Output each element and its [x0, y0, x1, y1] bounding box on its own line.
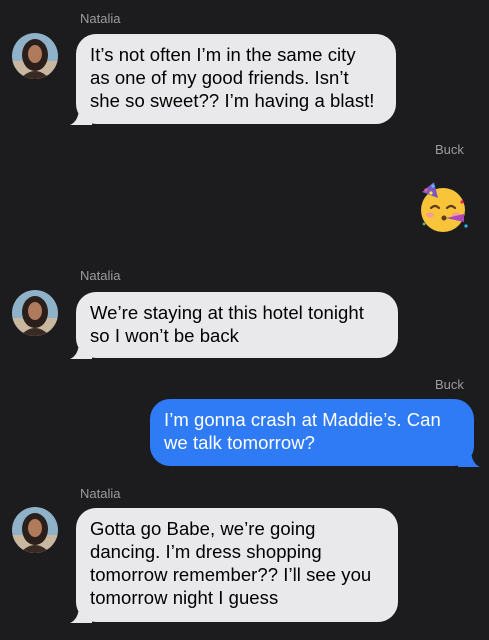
message-line: tomorrow night I guess	[90, 587, 279, 608]
avatar-photo	[12, 33, 58, 79]
partying-face-icon[interactable]	[416, 180, 472, 236]
message-line: Gotta go Babe, we’re going	[90, 518, 316, 539]
bubble-tail	[70, 341, 92, 359]
message-bubble-incoming[interactable]: Gotta go Babe, we’re going dancing. I’m …	[70, 508, 398, 623]
message-bubble-incoming[interactable]: It’s not often I’m in the same city as o…	[70, 34, 396, 125]
sender-name-natalia: Natalia	[80, 486, 121, 501]
message-line: We’re staying at this hotel tonight	[90, 302, 364, 323]
message-line: she so sweet?? I’m having a blast!	[90, 90, 375, 111]
sender-name-buck: Buck	[435, 377, 464, 392]
avatar[interactable]	[12, 507, 58, 553]
message-bubble-incoming[interactable]: We’re staying at this hotel tonight so I…	[70, 292, 398, 359]
message-line: so I won’t be back	[90, 325, 239, 346]
message-line: tomorrow remember?? I’ll see you	[90, 564, 372, 585]
avatar[interactable]	[12, 290, 58, 336]
bubble-tail	[70, 107, 92, 125]
message-line: dancing. I’m dress shopping	[90, 541, 322, 562]
sender-name-buck: Buck	[435, 142, 464, 157]
message-line: we talk tomorrow?	[164, 432, 315, 453]
message-line: as one of my good friends. Isn’t	[90, 67, 349, 88]
bubble-tail	[70, 605, 92, 623]
message-bubble-outgoing[interactable]: I’m gonna crash at Maddie’s. Can we talk…	[150, 399, 480, 467]
message-line: It’s not often I’m in the same city	[90, 44, 356, 65]
avatar[interactable]	[12, 33, 58, 79]
avatar-photo	[12, 507, 58, 553]
sender-name-natalia: Natalia	[80, 268, 121, 283]
message-line: I’m gonna crash at Maddie’s. Can	[164, 409, 441, 430]
bubble-tail	[458, 449, 480, 467]
avatar-photo	[12, 290, 58, 336]
sender-name-natalia: Natalia	[80, 11, 121, 26]
